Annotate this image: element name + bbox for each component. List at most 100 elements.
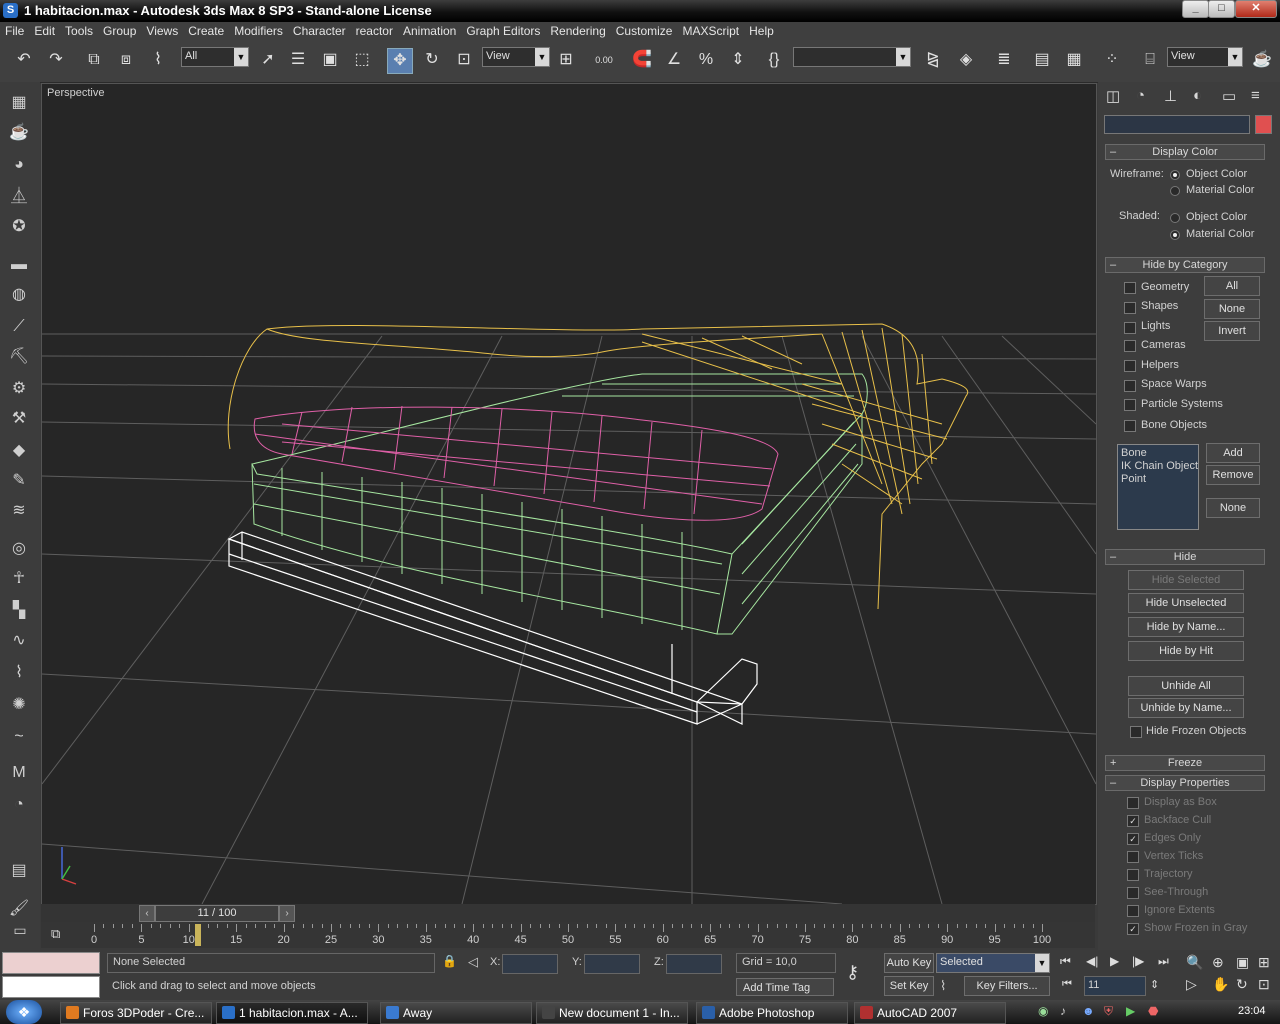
category-list[interactable]: Bone IK Chain Object Point <box>1117 444 1199 530</box>
add-time-tag-button[interactable]: Add Time Tag <box>736 978 834 996</box>
hide-category-invert-button[interactable]: Invert <box>1204 321 1260 341</box>
keyboard-shortcut-override-icon[interactable]: 0.00 <box>592 48 616 72</box>
current-frame-field[interactable]: 11 <box>1084 976 1146 996</box>
start-button[interactable]: ❖ <box>6 1000 42 1024</box>
maximize-viewport-icon[interactable]: ⊡ <box>1258 976 1270 993</box>
category-add-button[interactable]: Add <box>1206 443 1260 463</box>
plane-icon[interactable]: ▬ <box>8 254 30 276</box>
x-coordinate-field[interactable] <box>502 954 558 974</box>
rope-icon[interactable]: ∿ <box>8 630 30 652</box>
reactor-icon[interactable]: ◎ <box>8 538 30 560</box>
menu-animation[interactable]: Animation <box>398 22 461 40</box>
zoom-extents-all-icon[interactable]: ⊞ <box>1258 954 1270 971</box>
unlink-icon[interactable]: ⧈ <box>114 48 138 72</box>
hide-helpers-checkbox[interactable] <box>1124 360 1136 372</box>
select-and-rotate-icon[interactable]: ↻ <box>420 48 444 72</box>
curve-editor-icon[interactable]: ▤ <box>1030 48 1054 72</box>
minimize-button[interactable]: _ <box>1182 0 1209 18</box>
taskbar-task[interactable]: AutoCAD 2007 <box>854 1002 1006 1024</box>
rectangular-selection-icon[interactable]: ▣ <box>318 48 342 72</box>
layer-manager-icon[interactable]: ≣ <box>992 48 1016 72</box>
tray-messenger-icon[interactable]: ☻ <box>1082 1004 1095 1018</box>
spring-icon[interactable]: ⌇ <box>8 662 30 684</box>
menu-group[interactable]: Group <box>98 22 141 40</box>
spinner-snap-icon[interactable]: ⇕ <box>726 48 750 72</box>
key-mode-toggle-icon[interactable]: ⏮ <box>1062 978 1072 991</box>
menu-tools[interactable]: Tools <box>60 22 98 40</box>
open-trackview-icon[interactable]: ▭ <box>0 922 40 950</box>
object-name-field[interactable] <box>1104 115 1250 134</box>
close-button[interactable]: ✕ <box>1235 0 1277 18</box>
rollout-freeze[interactable]: + Freeze <box>1105 755 1265 771</box>
unhide-all-button[interactable]: Unhide All <box>1128 676 1244 696</box>
key-filters-button[interactable]: Key Filters... <box>964 976 1050 996</box>
bend-modifier-icon[interactable]: ⟋ <box>8 316 30 338</box>
category-list-item[interactable]: IK Chain Object <box>1121 460 1198 472</box>
taskbar-task[interactable]: 1 habitacion.max - A... <box>216 1002 368 1024</box>
arc-rotate-icon[interactable]: ↻ <box>1236 976 1248 993</box>
tray-antivirus-icon[interactable]: ⛨ <box>1104 1004 1113 1019</box>
shaded-object-color-radio[interactable] <box>1170 213 1180 223</box>
select-and-scale-icon[interactable]: ⊡ <box>452 48 476 72</box>
menu-modifiers[interactable]: Modifiers <box>229 22 288 40</box>
display-tab-icon[interactable]: ▭ <box>1222 87 1236 105</box>
create-tab-icon[interactable]: ◫ <box>1106 87 1120 105</box>
hide-category-none-button[interactable]: None <box>1204 299 1260 319</box>
previous-frame-icon[interactable]: ◀| <box>1086 954 1098 968</box>
taskbar-task[interactable]: Foros 3DPoder - Cre... <box>60 1002 212 1024</box>
rollout-hide[interactable]: – Hide <box>1105 549 1265 565</box>
tray-volume-icon[interactable]: ♪ <box>1060 1004 1066 1018</box>
pivot-center-icon[interactable]: ⊞ <box>554 48 578 72</box>
motion-tab-icon[interactable]: ◐ <box>1193 87 1202 104</box>
preview-icon[interactable]: ◔ <box>8 794 30 816</box>
menu-customize[interactable]: Customize <box>611 22 678 40</box>
cone-icon[interactable]: ⏅ <box>8 186 30 208</box>
zoom-icon[interactable]: 🔍 <box>1186 954 1203 971</box>
quick-render-icon[interactable]: ☕ <box>1250 48 1274 72</box>
menu-character[interactable]: Character <box>288 22 351 40</box>
menu-maxscript[interactable]: MAXScript <box>677 22 744 40</box>
key-tangent-icon[interactable]: ⌇ <box>940 978 946 994</box>
align-icon[interactable]: ◈ <box>954 48 978 72</box>
pan-icon[interactable]: ✋ <box>1212 976 1229 993</box>
paint-brush-icon[interactable]: 🖌 <box>8 898 30 920</box>
taper-modifier-icon[interactable]: ⛏ <box>8 346 30 368</box>
schematic-view-icon[interactable]: ▦ <box>1062 48 1086 72</box>
snaps-toggle-icon[interactable]: 🧲 <box>630 48 654 72</box>
selection-filter-dropdown[interactable]: All ▼ <box>181 47 249 67</box>
menu-reactor[interactable]: reactor <box>351 22 398 40</box>
edit-mesh-icon[interactable]: ◆ <box>8 440 30 462</box>
hide-frozen-objects-checkbox[interactable] <box>1130 726 1142 738</box>
link-icon[interactable]: ⧉ <box>82 48 106 72</box>
percent-snap-icon[interactable]: % <box>694 48 718 72</box>
gear-icon[interactable]: ⚙ <box>8 378 30 400</box>
render-scene-icon[interactable]: ⌸ <box>1138 48 1162 72</box>
hide-geometry-checkbox[interactable] <box>1124 282 1136 294</box>
track-bar[interactable]: ⧉ 0 5 10 15 20 25 30 35 40 45 50 55 60 65 70 75 80 85 90 95… <box>41 922 1095 948</box>
angle-snap-icon[interactable]: ∠ <box>662 48 686 72</box>
hide-cameras-checkbox[interactable] <box>1124 340 1136 352</box>
hide-category-all-button[interactable]: All <box>1204 276 1260 296</box>
key-mode-dropdown[interactable]: Selected ▼ <box>936 953 1050 973</box>
go-to-end-icon[interactable]: ⏭ <box>1158 954 1169 969</box>
category-list-item[interactable]: Bone <box>1121 447 1147 459</box>
hide-selected-button[interactable]: Hide Selected <box>1128 570 1244 590</box>
hide-particle-systems-checkbox[interactable] <box>1124 399 1136 411</box>
lock-icon[interactable]: 🔒 <box>442 954 457 968</box>
field-of-view-icon[interactable]: ▷ <box>1186 976 1197 993</box>
wireframe-material-color-radio[interactable] <box>1170 186 1180 196</box>
hide-space-warps-checkbox[interactable] <box>1124 380 1136 392</box>
star-icon[interactable]: ✪ <box>8 216 30 238</box>
menu-create[interactable]: Create <box>183 22 229 40</box>
taskbar-task[interactable]: New document 1 - In... <box>536 1002 688 1024</box>
taskbar-task[interactable]: Away <box>380 1002 532 1024</box>
redo-icon[interactable]: ↷ <box>44 48 68 72</box>
maxscript-listener-white[interactable] <box>2 976 100 998</box>
menu-rendering[interactable]: Rendering <box>545 22 610 40</box>
wrench-icon[interactable]: ⚒ <box>8 408 30 430</box>
z-coordinate-field[interactable] <box>666 954 722 974</box>
rollout-hide-by-category[interactable]: – Hide by Category <box>1105 257 1265 273</box>
perspective-viewport[interactable]: Perspective <box>41 83 1097 905</box>
text-icon[interactable]: ▤ <box>8 860 30 882</box>
tray-update-icon[interactable]: ▶ <box>1126 1004 1135 1018</box>
